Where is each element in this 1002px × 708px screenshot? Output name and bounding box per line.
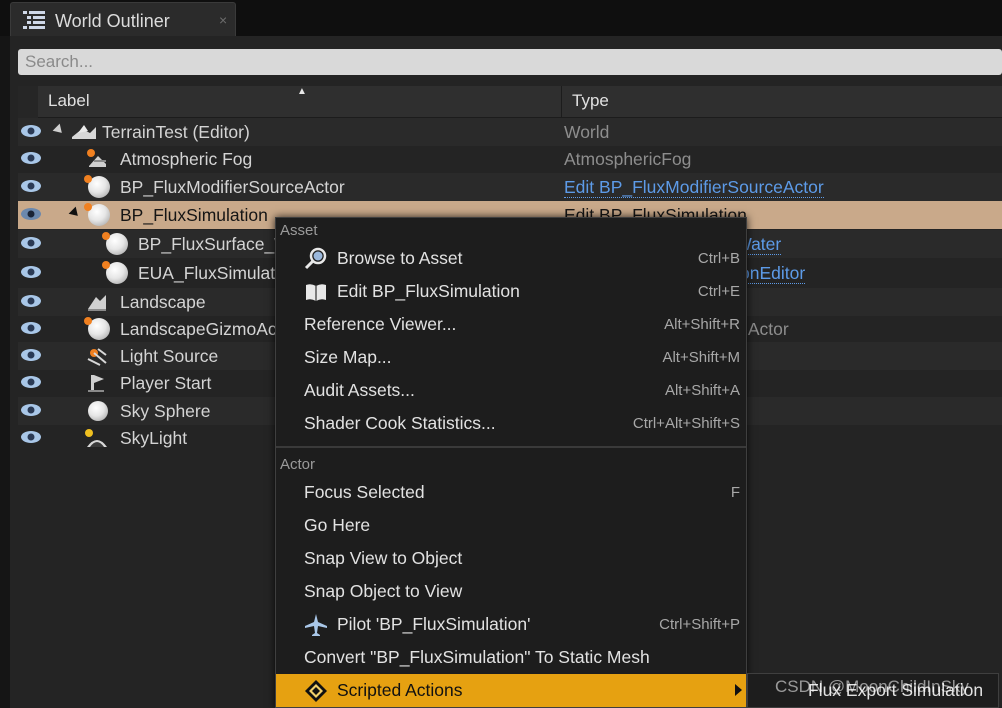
menu-item-snap-view-to-object[interactable]: Snap View to Object [276, 542, 746, 575]
menu-item-reference-viewer[interactable]: Reference Viewer... Alt+Shift+R [276, 308, 746, 341]
close-icon[interactable]: × [219, 12, 227, 28]
menu-item-label: Scripted Actions [337, 680, 463, 700]
menu-item-shortcut: Ctrl+Alt+Shift+S [632, 415, 740, 432]
row-type-link[interactable]: Edit BP_FluxModifierSourceActor [564, 177, 824, 198]
blueprint-dot-icon [102, 261, 110, 269]
row-label: Light Source [120, 346, 219, 366]
menu-item-shortcut: Alt+Shift+R [664, 316, 740, 333]
airplane-icon [305, 614, 327, 636]
menu-item-browse-to-asset[interactable]: Browse to Asset Ctrl+B [276, 242, 746, 275]
menu-item-shortcut: Alt+Shift+A [664, 382, 740, 399]
eye-icon[interactable] [20, 151, 42, 165]
blueprint-dot-icon [84, 203, 92, 211]
blueprint-dot-icon [84, 317, 92, 325]
menu-item-edit-blueprint[interactable]: Edit BP_FluxSimulation Ctrl+E [276, 275, 746, 308]
world-outliner-tab[interactable]: World Outliner × [10, 2, 236, 36]
outliner-list-icon [23, 11, 45, 29]
sky-light-icon [85, 429, 107, 447]
submenu-arrow-icon [735, 684, 742, 696]
tab-bar: World Outliner × [0, 0, 1002, 36]
menu-item-label: Convert "BP_FluxSimulation" To Static Me… [304, 647, 650, 667]
search-box[interactable] [18, 49, 1002, 75]
menu-item-shortcut: F [730, 484, 740, 501]
eye-icon[interactable] [20, 265, 42, 279]
landscape-icon [88, 295, 106, 311]
row-label: SkyLight [120, 428, 188, 448]
eye-icon[interactable] [20, 236, 42, 250]
row-type: AtmosphericFog [564, 149, 692, 169]
menu-item-go-here[interactable]: Go Here [276, 509, 746, 542]
row-label: Atmospheric Fog [120, 149, 253, 169]
row-label: BP_FluxSimulation [120, 205, 268, 225]
eye-icon[interactable] [20, 321, 42, 335]
menu-item-label: Browse to Asset [337, 248, 463, 268]
menu-item-label: Edit BP_FluxSimulation [337, 281, 520, 301]
expand-arrow-icon[interactable] [68, 206, 82, 220]
eye-icon[interactable] [20, 348, 42, 362]
blueprint-dot-icon [102, 232, 110, 240]
menu-item-label: Audit Assets... [304, 380, 415, 400]
menu-item-shortcut: Ctrl+E [697, 283, 740, 300]
menu-item-label: Focus Selected [304, 482, 425, 502]
type-column-title: Type [572, 91, 609, 110]
directional-light-icon [87, 348, 107, 366]
player-start-icon [88, 375, 104, 392]
sort-ascending-icon: ▲ [297, 86, 307, 97]
eye-icon[interactable] [20, 430, 42, 444]
row-type: World [564, 122, 610, 142]
row-label: Player Start [120, 373, 212, 393]
tree-row[interactable]: BP_FluxModifierSourceActor Edit BP_FluxM… [18, 173, 1002, 201]
tab-title: World Outliner [55, 11, 170, 31]
menu-item-shader-cook-statistics[interactable]: Shader Cook Statistics... Ctrl+Alt+Shift… [276, 407, 746, 440]
world-icon [72, 125, 96, 139]
visibility-column-header [18, 86, 38, 118]
menu-separator [276, 446, 746, 448]
eye-icon[interactable] [20, 294, 42, 308]
sky-sphere-icon [88, 401, 108, 421]
eye-icon[interactable] [20, 124, 42, 138]
menu-item-pilot[interactable]: Pilot 'BP_FluxSimulation' Ctrl+Shift+P [276, 608, 746, 641]
eye-icon[interactable] [20, 375, 42, 389]
menu-item-scripted-actions[interactable]: Scripted Actions [276, 674, 746, 707]
row-label: TerrainTest (Editor) [102, 122, 250, 142]
eye-icon[interactable] [20, 179, 42, 193]
eye-icon[interactable] [20, 207, 42, 221]
menu-item-snap-object-to-view[interactable]: Snap Object to View [276, 575, 746, 608]
menu-item-label: Snap View to Object [304, 548, 463, 568]
menu-item-label: Snap Object to View [304, 581, 463, 601]
row-label: Landscape [120, 292, 206, 312]
search-input[interactable] [18, 49, 1002, 75]
eye-icon[interactable] [20, 403, 42, 417]
label-column-title: Label [48, 91, 90, 110]
diamond-icon [305, 680, 327, 702]
context-menu: Asset Browse to Asset Ctrl+B Edit BP_Flu… [275, 217, 747, 708]
column-header: Label ▲ Type [18, 86, 1002, 118]
menu-item-label: Reference Viewer... [304, 314, 457, 334]
expand-arrow-icon[interactable] [52, 123, 66, 137]
menu-item-shortcut: Ctrl+Shift+P [659, 616, 740, 633]
type-column-header[interactable]: Type [562, 86, 1002, 118]
menu-section-actor: Actor [280, 456, 316, 473]
tree-row[interactable]: TerrainTest (Editor) World [18, 118, 1002, 146]
row-label: Sky Sphere [120, 401, 211, 421]
menu-item-label: Size Map... [304, 347, 392, 367]
row-label: BP_FluxModifierSourceActor [120, 177, 345, 197]
menu-item-shortcut: Alt+Shift+M [662, 349, 740, 366]
menu-item-focus-selected[interactable]: Focus Selected F [276, 476, 746, 509]
tree-row[interactable]: Atmospheric Fog AtmosphericFog [18, 145, 1002, 173]
atmospheric-fog-icon [87, 149, 106, 167]
magnifier-icon [304, 247, 327, 270]
menu-item-audit-assets[interactable]: Audit Assets... Alt+Shift+A [276, 374, 746, 407]
menu-item-label: Pilot 'BP_FluxSimulation' [337, 614, 531, 634]
menu-item-size-map[interactable]: Size Map... Alt+Shift+M [276, 341, 746, 374]
menu-item-label: Go Here [304, 515, 371, 535]
book-icon [306, 284, 326, 301]
menu-item-convert-to-static-mesh[interactable]: Convert "BP_FluxSimulation" To Static Me… [276, 641, 746, 674]
watermark: CSDN @MoonChildInSky [775, 677, 969, 696]
menu-section-asset: Asset [280, 222, 318, 239]
blueprint-dot-icon [84, 175, 92, 183]
menu-item-shortcut: Ctrl+B [697, 250, 740, 267]
menu-item-label: Shader Cook Statistics... [304, 413, 496, 433]
